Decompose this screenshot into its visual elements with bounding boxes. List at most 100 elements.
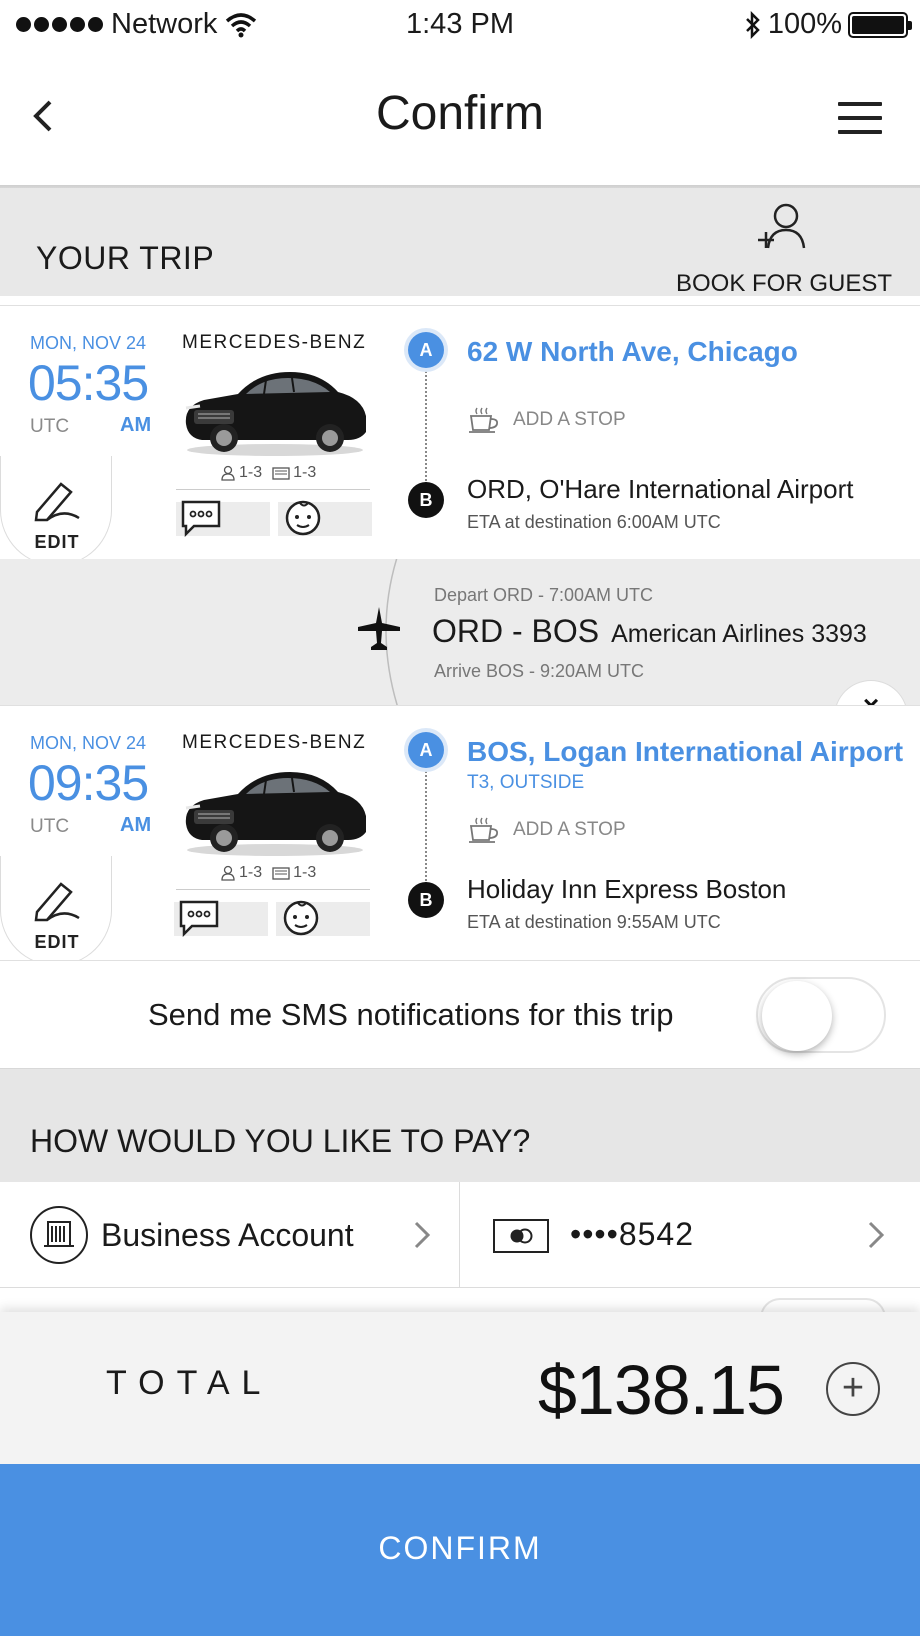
driver-message-button[interactable] <box>174 900 268 938</box>
dropoff-address[interactable]: ORD, O'Hare International Airport <box>467 474 853 505</box>
credit-card-icon <box>493 1219 549 1253</box>
edit-button[interactable]: EDIT <box>0 856 112 966</box>
nav-bar: Confirm <box>0 50 920 185</box>
flight-route: ORD - BOS American Airlines 3393 <box>432 613 867 650</box>
luggage-icon <box>272 867 290 880</box>
pickup-date: MON, NOV 24 <box>30 333 147 353</box>
card-number: ••••8542 <box>570 1216 694 1252</box>
confirm-button[interactable]: CONFIRM <box>0 1464 920 1636</box>
route-line <box>425 764 427 884</box>
dropoff-address[interactable]: Holiday Inn Express Boston <box>467 874 786 905</box>
status-right: 100% <box>744 8 912 41</box>
airline-label: American Airlines 3393 <box>611 620 867 648</box>
passenger-icon <box>221 865 235 881</box>
status-bar: Network 1:43 PM 100% <box>0 0 920 50</box>
luggage-capacity: 1-3 <box>272 464 316 482</box>
add-guest-icon <box>758 203 806 249</box>
add-stop-label: ADD A STOP <box>513 409 626 430</box>
add-stop-button[interactable]: ADD A STOP <box>467 406 626 434</box>
trip-header: YOUR TRIP BOOK FOR GUEST <box>0 188 920 297</box>
total-label: TOTAL <box>106 1364 273 1402</box>
child-seat-button[interactable] <box>276 900 370 936</box>
car-brand: MERCEDES-BENZ <box>182 332 367 353</box>
luggage-icon <box>272 467 290 480</box>
edit-label: EDIT <box>34 932 80 952</box>
business-account-label: Business Account <box>101 1217 354 1253</box>
timezone-label: UTC <box>30 416 70 437</box>
timezone-label: UTC <box>30 816 70 837</box>
pickup-time[interactable]: 05:35 <box>28 354 149 412</box>
edit-button[interactable]: EDIT <box>0 456 112 566</box>
car-divider <box>176 489 370 490</box>
passenger-count: 1-3 <box>239 864 263 881</box>
pickup-time[interactable]: 09:35 <box>28 754 149 812</box>
driver-message-button[interactable] <box>176 500 270 538</box>
message-icon <box>179 900 219 938</box>
dropoff-pin: B <box>408 482 444 518</box>
payment-title: HOW WOULD YOU LIKE TO PAY? <box>30 1123 531 1159</box>
battery-icon <box>848 11 912 38</box>
coffee-cup-icon <box>469 817 499 843</box>
trip-segment-1: MON, NOV 24 05:35 UTC AM EDIT MERCEDES-B… <box>0 305 920 566</box>
car-brand: MERCEDES-BENZ <box>182 732 367 753</box>
airplane-icon <box>358 607 400 650</box>
dropoff-pin: B <box>408 882 444 918</box>
passenger-capacity: 1-3 <box>220 464 262 482</box>
pencil-icon <box>34 482 80 522</box>
eta-label: ETA at destination 9:55AM UTC <box>467 912 721 932</box>
edit-label: EDIT <box>34 532 80 552</box>
sms-notification-row: Send me SMS notifications for this trip <box>0 960 920 1068</box>
ampm-label: AM <box>120 414 152 436</box>
pickup-pin: A <box>408 332 444 368</box>
passenger-icon <box>221 465 235 481</box>
total-amount: $138.15 <box>537 1351 785 1429</box>
luggage-count: 1-3 <box>293 864 317 881</box>
baby-icon <box>283 900 319 936</box>
payment-options: Business Account ••••8542 <box>0 1182 920 1288</box>
page-title: Confirm <box>375 87 545 140</box>
expand-total-button[interactable]: + <box>826 1362 880 1416</box>
eta-label: ETA at destination 6:00AM UTC <box>467 512 721 532</box>
pencil-icon <box>34 882 80 922</box>
add-stop-label: ADD A STOP <box>513 819 626 840</box>
depart-label: Depart ORD - 7:00AM UTC <box>434 585 654 605</box>
luggage-capacity: 1-3 <box>272 864 316 882</box>
total-bar: TOTAL $138.15 + <box>0 1312 920 1464</box>
sms-toggle[interactable] <box>756 977 886 1053</box>
book-for-guest-label: BOOK FOR GUEST <box>676 270 893 297</box>
child-seat-button[interactable] <box>278 500 372 536</box>
ampm-label: AM <box>120 814 152 836</box>
car-capacity: 1-3 1-3 <box>220 864 316 882</box>
route-line <box>425 364 427 484</box>
pickup-date: MON, NOV 24 <box>30 733 147 753</box>
payment-header: HOW WOULD YOU LIKE TO PAY? <box>0 1068 920 1182</box>
flight-info: Depart ORD - 7:00AM UTC ORD - BOS America… <box>0 559 920 705</box>
baby-icon <box>285 500 321 536</box>
luggage-count: 1-3 <box>293 464 317 481</box>
bluetooth-icon <box>745 10 760 39</box>
chevron-right-icon <box>414 1221 431 1249</box>
building-icon <box>30 1206 88 1264</box>
menu-icon[interactable] <box>838 102 882 134</box>
toggle-knob <box>762 981 832 1051</box>
sms-label: Send me SMS notifications for this trip <box>148 997 674 1032</box>
car-capacity: 1-3 1-3 <box>220 464 316 482</box>
car-image[interactable] <box>180 358 370 458</box>
pickup-address[interactable]: 62 W North Ave, Chicago <box>467 336 798 368</box>
car-image[interactable] <box>180 758 370 858</box>
trip-header-title: YOUR TRIP <box>36 240 215 276</box>
passenger-capacity: 1-3 <box>220 864 262 882</box>
add-stop-button[interactable]: ADD A STOP <box>467 816 626 844</box>
trip-segment-2: MON, NOV 24 09:35 UTC AM EDIT MERCEDES-B… <box>0 705 920 966</box>
coffee-cup-icon <box>469 407 499 433</box>
arrive-label: Arrive BOS - 9:20AM UTC <box>434 661 645 681</box>
pickup-address[interactable]: BOS, Logan International Airport <box>467 736 903 768</box>
book-for-guest-button[interactable]: BOOK FOR GUEST <box>676 202 892 297</box>
pickup-pin: A <box>408 732 444 768</box>
car-divider <box>176 889 370 890</box>
pickup-location-detail: T3, OUTSIDE <box>467 772 585 793</box>
chevron-right-icon <box>868 1221 885 1249</box>
passenger-count: 1-3 <box>239 464 263 481</box>
battery-percent: 100% <box>767 8 842 40</box>
business-account-button[interactable]: Business Account <box>0 1182 460 1288</box>
